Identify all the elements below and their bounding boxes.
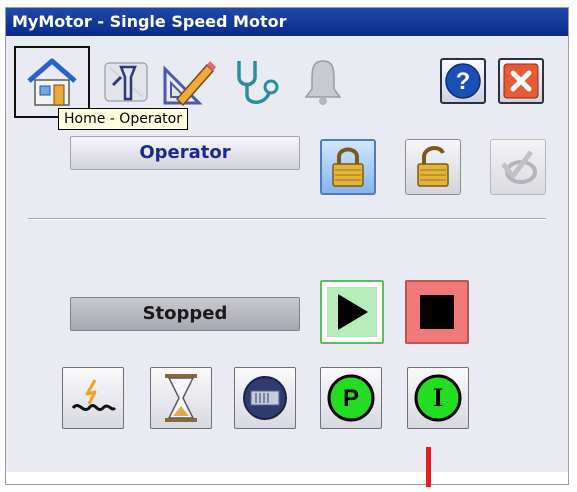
help-button[interactable]: ?: [440, 58, 486, 104]
permissive-button[interactable]: P: [320, 367, 382, 429]
acknowledge-icon: [501, 150, 537, 184]
red-marker: [426, 447, 431, 487]
acknowledge-button[interactable]: [490, 139, 546, 195]
maintenance-tab[interactable]: [98, 54, 154, 110]
svg-text:?: ?: [456, 68, 471, 95]
operator-lock-button[interactable]: [320, 139, 376, 195]
interlock-i-button[interactable]: I: [407, 367, 469, 429]
permissive-label: P: [343, 385, 359, 412]
start-button[interactable]: [320, 280, 384, 344]
feedback-icon: [243, 376, 287, 420]
locked-padlock-icon: [332, 147, 364, 187]
unlocked-padlock-icon: [417, 146, 449, 187]
maintenance-tools-icon: [104, 62, 148, 102]
close-button[interactable]: [498, 58, 544, 104]
close-icon: [503, 63, 539, 99]
interlock-i-label: I: [433, 383, 443, 412]
home-tooltip: Home - Operator: [58, 108, 188, 130]
feedback-button[interactable]: [234, 367, 296, 429]
alarms-tab[interactable]: [296, 54, 350, 110]
stop-icon: [420, 295, 454, 329]
section-divider: [28, 218, 546, 220]
motor-state-display: Stopped: [70, 297, 300, 331]
help-icon: ?: [445, 63, 481, 99]
interlock-button[interactable]: [62, 367, 124, 429]
play-icon: [338, 294, 368, 330]
engineering-tab[interactable]: [158, 54, 220, 110]
interlock-icon: [71, 379, 117, 411]
torn-edge: [6, 472, 568, 484]
faceplate-window: MyMotor - Single Speed Motor ? Home - Op…: [5, 7, 569, 485]
permissive-icon: P: [327, 374, 375, 422]
interlock-i-icon: I: [414, 374, 462, 422]
stop-button[interactable]: [405, 280, 469, 344]
stethoscope-icon: [237, 61, 279, 104]
bell-icon: [304, 60, 342, 105]
timer-button[interactable]: [150, 367, 212, 429]
home-icon: [27, 58, 77, 106]
operator-unlock-button[interactable]: [405, 139, 461, 195]
diagnostics-tab[interactable]: [228, 54, 286, 110]
window-title: MyMotor - Single Speed Motor: [6, 8, 568, 36]
engineering-pencil-icon: [163, 61, 216, 107]
faceplate-toolbar: ?: [6, 36, 568, 118]
hourglass-icon: [165, 374, 197, 422]
operator-mode-display: Operator: [70, 136, 300, 170]
